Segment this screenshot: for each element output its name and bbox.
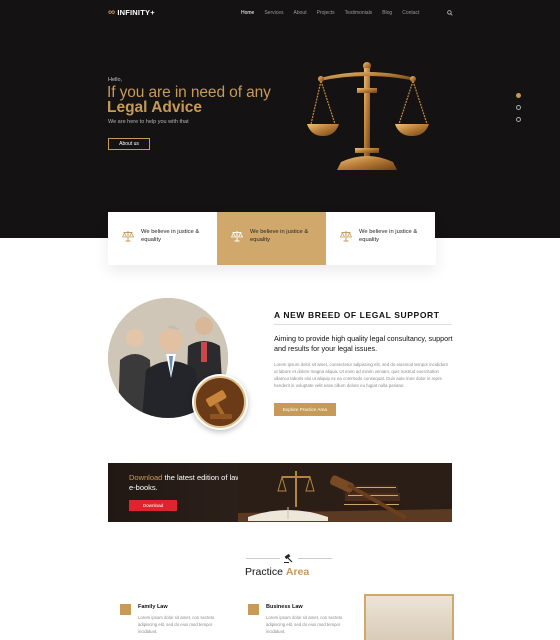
practice-area-photo — [364, 594, 454, 640]
gavel-badge — [192, 374, 248, 430]
practice-card-body: Lorem ipsum dolor sit amet, con sectetu … — [266, 615, 343, 634]
practice-card-body: Lorem ipsum dolor sit amet, con sectetu … — [138, 615, 215, 634]
slider-dot-2[interactable] — [516, 105, 521, 110]
brand-name: INFINITY+ — [117, 8, 155, 17]
law-books-gavel-image — [238, 463, 452, 522]
gavel-icon — [284, 553, 293, 563]
practice-title-plain: Practice — [245, 566, 283, 578]
practice-area-title: Practice Area — [245, 566, 309, 578]
nav-item-home[interactable]: Home — [241, 10, 254, 16]
nav-item-blog[interactable]: Blog — [382, 10, 392, 16]
about-divider — [274, 324, 452, 325]
search-icon[interactable] — [447, 10, 453, 16]
business-law-icon — [248, 604, 259, 615]
nav-item-projects[interactable]: Projects — [317, 10, 335, 16]
banner-text: Download the latest edition of law e-boo… — [129, 473, 249, 493]
download-button[interactable]: Download — [129, 500, 177, 511]
brand-logo[interactable]: ∞ INFINITY+ — [108, 6, 155, 18]
scales-icon — [340, 231, 352, 242]
feature-card-text: We believe in justice & equality — [141, 229, 200, 243]
scales-icon — [231, 231, 243, 242]
slider-dot-3[interactable] — [516, 117, 521, 122]
main-menu: Home Services About Projects Testimonial… — [241, 10, 429, 16]
practice-title-accent: Area — [285, 566, 310, 578]
banner-highlight: Download — [129, 473, 163, 482]
feature-cards: We believe in justice & equality We beli… — [108, 212, 436, 265]
scales-of-justice-image — [307, 62, 429, 170]
feature-card-text: We believe in justice & equality — [250, 229, 309, 243]
nav-item-about[interactable]: About — [294, 10, 307, 16]
feature-card-3[interactable]: We believe in justice & equality — [326, 212, 435, 265]
family-law-icon — [120, 604, 131, 615]
scales-icon — [122, 231, 134, 242]
about-lead: Aiming to provide high quality legal con… — [274, 334, 453, 353]
top-navigation: ∞ INFINITY+ Home Services About Projects… — [0, 0, 560, 26]
feature-card-text: We believe in justice & equality — [359, 229, 418, 243]
about-body: Lorem ipsum dolor sit amet, consectetur … — [274, 362, 448, 388]
practice-divider-left — [246, 558, 280, 559]
about-us-button[interactable]: About us — [108, 138, 150, 150]
infinity-logo-icon: ∞ — [108, 6, 116, 18]
nav-item-contact[interactable]: Contact — [402, 10, 419, 16]
hero-greeting: Hello, — [108, 77, 123, 83]
practice-card-title: Business Law — [266, 604, 303, 610]
practice-card-title: Family Law — [138, 604, 168, 610]
explore-practice-area-button[interactable]: Explore Practice Area — [274, 403, 336, 416]
feature-card-1[interactable]: We believe in justice & equality — [108, 212, 217, 265]
hero-headline-line2: Legal Advice — [107, 99, 203, 116]
feature-card-2[interactable]: We believe in justice & equality — [217, 212, 326, 265]
ebook-banner: Download the latest edition of law e-boo… — [108, 463, 452, 522]
practice-divider-right — [298, 558, 332, 559]
nav-item-services[interactable]: Services — [264, 10, 283, 16]
gavel-icon — [194, 376, 246, 428]
hero-section: ∞ INFINITY+ Home Services About Projects… — [0, 0, 560, 238]
about-title: A NEW BREED OF LEGAL SUPPORT — [274, 310, 440, 320]
hero-subtitle: We are here to help you with that — [108, 119, 189, 125]
slider-dot-1[interactable] — [516, 93, 521, 98]
nav-item-testimonials[interactable]: Testimonials — [345, 10, 373, 16]
